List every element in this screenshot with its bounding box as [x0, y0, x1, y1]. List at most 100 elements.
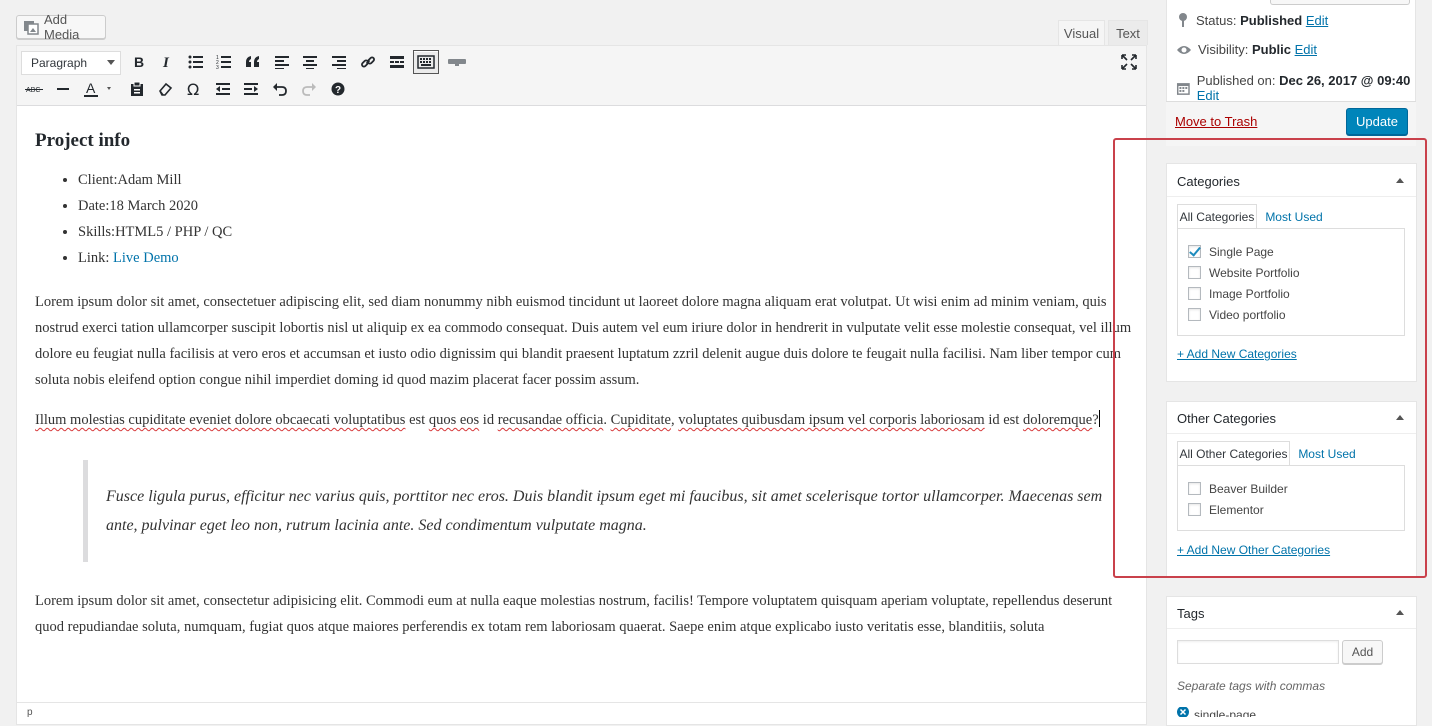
- media-icon: [24, 21, 39, 35]
- edit-status-link[interactable]: Edit: [1306, 13, 1328, 28]
- align-center-icon: [303, 56, 317, 69]
- tag-chip: single-page: [1177, 707, 1256, 717]
- tag-label: single-page: [1194, 708, 1257, 717]
- align-left-button[interactable]: [269, 50, 295, 74]
- status-label: Status:: [1196, 12, 1241, 28]
- link-label: Link:: [78, 250, 114, 266]
- tags-title[interactable]: Tags: [1177, 606, 1204, 621]
- svg-text:3: 3: [216, 65, 219, 69]
- numbered-list-icon: 123: [216, 55, 231, 69]
- omega-icon: Ω: [187, 81, 199, 97]
- align-right-button[interactable]: [326, 50, 352, 74]
- misspelled-text: Cupiditate: [610, 412, 671, 428]
- undo-button[interactable]: [267, 77, 293, 101]
- quote-icon: [246, 56, 259, 67]
- insert-link-button[interactable]: [355, 50, 381, 74]
- text-run: id: [479, 412, 498, 428]
- paste-text-button[interactable]: [124, 77, 150, 101]
- special-character-button[interactable]: Ω: [181, 77, 207, 101]
- bullet-list-button[interactable]: [183, 50, 209, 74]
- edit-visibility-link[interactable]: Edit: [1295, 42, 1317, 57]
- paragraph-1: Lorem ipsum dolor sit amet, consectetuer…: [35, 294, 1132, 388]
- outdent-icon: [216, 83, 230, 95]
- indent-button[interactable]: [238, 77, 264, 101]
- help-icon: ?: [331, 82, 345, 96]
- add-media-label: Add Media: [44, 12, 80, 42]
- toolbar-toggle-button[interactable]: [413, 50, 439, 74]
- misspelled-text: recusandae officia: [497, 412, 604, 428]
- status-value: Published: [1240, 12, 1303, 28]
- link-icon: [361, 56, 375, 68]
- visibility-row: Visibility: Public Edit: [1176, 42, 1317, 57]
- text-cursor: [1098, 410, 1100, 427]
- list-item: Skills:HTML5 / PHP / QC: [78, 219, 1135, 245]
- collapse-tags-icon[interactable]: [1396, 610, 1404, 615]
- published-label: Published on:: [1196, 73, 1280, 88]
- svg-text:A: A: [86, 80, 96, 96]
- undo-icon: [273, 83, 287, 96]
- horizontal-line-button[interactable]: [50, 77, 76, 101]
- svg-text:?: ?: [335, 85, 341, 96]
- live-demo-link[interactable]: Live Demo: [113, 250, 179, 266]
- clear-formatting-button[interactable]: [152, 77, 178, 101]
- chevron-down-icon: [107, 60, 115, 65]
- clipboard-icon: [131, 81, 143, 96]
- redo-icon: [302, 83, 316, 96]
- fullscreen-icon: [1121, 54, 1137, 70]
- strikethrough-icon: ABC: [25, 87, 43, 94]
- format-select[interactable]: Paragraph: [21, 51, 121, 75]
- text-run: id est: [984, 412, 1023, 428]
- highlight-box: [1113, 138, 1427, 578]
- italic-button[interactable]: I: [154, 50, 180, 74]
- editor-content[interactable]: Project info Client:Adam Mill Date:18 Ma…: [35, 118, 1135, 640]
- list-item: Link: Live Demo: [78, 245, 1135, 271]
- element-path[interactable]: p: [27, 707, 33, 718]
- blockquote-button[interactable]: [240, 50, 266, 74]
- tags-hint: Separate tags with commas: [1177, 679, 1326, 693]
- misspelled-text: Illum molestias cupiditate eveniet dolor…: [35, 412, 406, 428]
- tab-text[interactable]: Text: [1108, 20, 1148, 45]
- svg-text:B: B: [134, 55, 144, 69]
- outdent-button[interactable]: [210, 77, 236, 101]
- text-color-button[interactable]: A: [78, 77, 118, 101]
- bold-button[interactable]: B: [126, 50, 152, 74]
- tag-input[interactable]: [1177, 640, 1339, 664]
- keyboard-shortcuts-button[interactable]: ?: [325, 77, 351, 101]
- visibility-value: Public: [1251, 42, 1291, 57]
- horizontal-line-icon: [57, 88, 69, 90]
- move-to-trash-link[interactable]: Move to Trash: [1175, 114, 1257, 129]
- preview-button[interactable]: [1270, 0, 1410, 5]
- align-right-icon: [332, 56, 346, 69]
- align-left-icon: [275, 56, 289, 69]
- bullet-list-icon: [188, 55, 203, 69]
- bold-icon: B: [134, 55, 144, 69]
- indent-icon: [244, 83, 258, 95]
- add-media-button[interactable]: Add Media: [16, 12, 106, 42]
- misspelled-text: voluptates quibusdam ipsum vel corporis …: [678, 412, 985, 428]
- list-item: Client:Adam Mill: [78, 167, 1135, 193]
- tab-visual[interactable]: Visual: [1058, 20, 1105, 45]
- insert-more-button[interactable]: [384, 50, 410, 74]
- add-tag-button[interactable]: Add: [1342, 640, 1383, 664]
- eye-icon: [1177, 45, 1191, 54]
- misspelled-text: quos eos: [428, 412, 480, 428]
- strikethrough-button[interactable]: ABC: [21, 77, 47, 101]
- misspelled-text: doloremque: [1022, 412, 1093, 428]
- svg-text:ABC: ABC: [26, 87, 40, 94]
- text-run: est: [405, 412, 429, 428]
- update-button[interactable]: Update: [1346, 108, 1408, 135]
- published-on-row: Published on: Dec 26, 2017 @ 09:40 Edit: [1176, 73, 1432, 103]
- fullscreen-button[interactable]: [1116, 50, 1142, 74]
- redo-button[interactable]: [296, 77, 322, 101]
- divider: [1167, 628, 1416, 629]
- numbered-list-button[interactable]: 123: [211, 50, 237, 74]
- svg-text:I: I: [162, 55, 170, 69]
- format-select-value: Paragraph: [31, 56, 88, 70]
- align-center-button[interactable]: [297, 50, 323, 74]
- visibility-label: Visibility:: [1198, 42, 1252, 57]
- plugin-icon: [448, 59, 466, 66]
- list-item: Date:18 March 2020: [78, 193, 1135, 219]
- status-row: Status: Published Edit: [1176, 12, 1328, 28]
- plugin-button[interactable]: [444, 50, 470, 74]
- remove-tag-icon[interactable]: [1177, 707, 1189, 717]
